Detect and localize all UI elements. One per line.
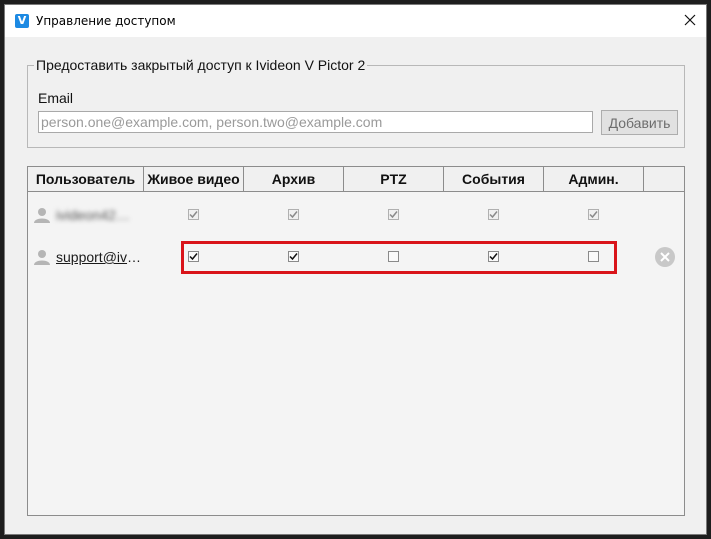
column-header-ptz[interactable]: PTZ — [344, 167, 444, 191]
column-header-live-video[interactable]: Живое видео — [144, 167, 244, 191]
email-input[interactable] — [38, 111, 593, 133]
app-logo-icon: V — [15, 14, 29, 28]
checkbox-events[interactable] — [488, 251, 499, 262]
table-row: support@ivideon.com — [28, 239, 684, 275]
column-header-admin[interactable]: Админ. — [544, 167, 644, 191]
close-icon — [684, 14, 696, 26]
checkbox-admin[interactable] — [588, 251, 599, 262]
group-legend: Предоставить закрытый доступ к Ivideon V… — [34, 57, 368, 73]
add-button[interactable]: Добавить — [601, 110, 678, 135]
checkbox-ptz[interactable] — [388, 251, 399, 262]
user-icon — [34, 250, 50, 265]
close-window-button[interactable] — [672, 5, 706, 35]
access-management-dialog: V Управление доступом Предоставить закры… — [4, 4, 707, 535]
remove-circle-icon — [660, 252, 670, 262]
checkmark-icon — [389, 211, 398, 219]
checkbox-events — [488, 209, 499, 220]
table-header: Пользователь Живое видео Архив PTZ Событ… — [28, 167, 684, 192]
user-cell: ivideon42@gmail.com — [28, 197, 144, 233]
table-row: ivideon42@gmail.com — [28, 197, 684, 233]
checkmark-icon — [489, 211, 498, 219]
checkbox-archive — [288, 209, 299, 220]
checkbox-live-video[interactable] — [188, 251, 199, 262]
user-email[interactable]: support@ivideon.com — [56, 249, 142, 265]
column-header-user[interactable]: Пользователь — [28, 167, 144, 191]
user-cell: support@ivideon.com — [28, 239, 144, 275]
email-label: Email — [38, 90, 74, 106]
grant-access-group: Предоставить закрытый доступ к Ivideon V… — [27, 57, 685, 148]
permissions-table: Пользователь Живое видео Архив PTZ Событ… — [27, 166, 685, 516]
user-email: ivideon42@gmail.com — [56, 207, 142, 223]
title-bar: V Управление доступом — [5, 5, 706, 37]
column-header-archive[interactable]: Архив — [244, 167, 344, 191]
checkmark-icon — [289, 211, 298, 219]
window-title: Управление доступом — [36, 14, 176, 28]
checkmark-icon — [589, 211, 598, 219]
checkmark-icon — [189, 253, 198, 261]
checkmark-icon — [189, 211, 198, 219]
checkmark-icon — [489, 253, 498, 261]
checkbox-admin — [588, 209, 599, 220]
checkbox-live-video — [188, 209, 199, 220]
checkbox-archive[interactable] — [288, 251, 299, 262]
remove-user-button[interactable] — [655, 247, 675, 267]
column-header-events[interactable]: События — [444, 167, 544, 191]
column-header-actions — [644, 167, 684, 191]
checkmark-icon — [289, 253, 298, 261]
user-icon — [34, 208, 50, 223]
checkbox-ptz — [388, 209, 399, 220]
